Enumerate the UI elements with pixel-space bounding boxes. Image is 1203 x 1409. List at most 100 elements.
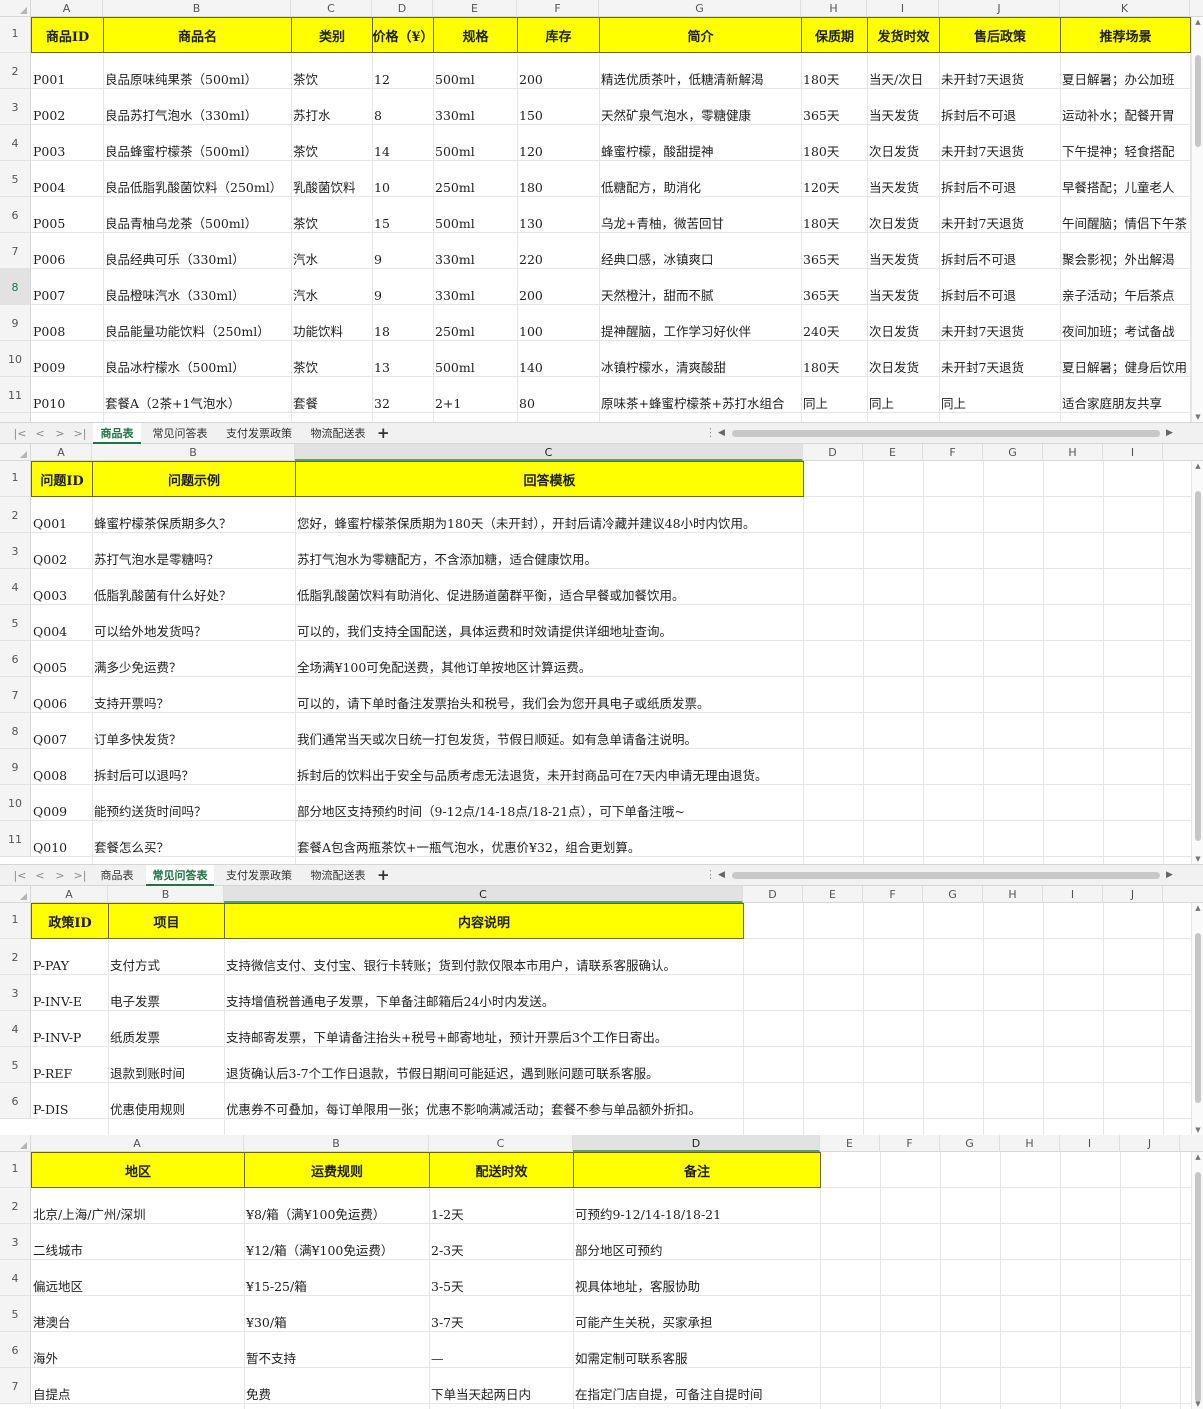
header-cell[interactable]: 商品名 [103, 17, 292, 53]
row-header-5[interactable]: 5 [0, 1047, 31, 1083]
column-header-d[interactable]: D [372, 0, 433, 17]
table-cell[interactable]: 乌龙+青柚，微苦回甘 [599, 217, 801, 232]
table-cell[interactable]: 未开封7天退货 [939, 73, 1060, 88]
scroll-right-icon[interactable]: ▶ [1166, 865, 1173, 886]
column-header-j[interactable]: J [939, 0, 1060, 17]
table-cell[interactable]: P005 [31, 217, 103, 232]
prev-sheet-icon[interactable]: < [30, 423, 50, 444]
table-cell[interactable]: 未开封7天退货 [939, 217, 1060, 232]
table-cell[interactable]: 10 [372, 181, 433, 196]
column-header-g[interactable]: G [940, 1135, 1000, 1152]
scroll-up-icon[interactable]: ▲ [1192, 461, 1203, 471]
row-header-3[interactable]: 3 [0, 533, 31, 569]
table-cell[interactable]: 330ml [433, 109, 517, 124]
table-cell[interactable]: 下午提神；轻食搭配 [1060, 145, 1190, 160]
table-cell[interactable]: 同上 [801, 397, 867, 412]
table-cell[interactable]: 拆封后不可退 [939, 289, 1060, 304]
table-cell[interactable]: Q003 [31, 589, 92, 604]
table-cell[interactable]: 夜间加班；考试备战 [1060, 325, 1190, 340]
table-cell[interactable]: 在指定门店自提，可备注自提时间 [573, 1388, 820, 1403]
table-cell[interactable]: 良品低脂乳酸菌饮料（250ml） [103, 181, 291, 196]
table-cell[interactable]: 提神醒脑，工作学习好伙伴 [599, 325, 801, 340]
column-header-g[interactable]: G [923, 886, 983, 903]
table-cell[interactable]: 500ml [433, 217, 517, 232]
scroll-up-icon[interactable]: ▲ [1192, 1152, 1203, 1162]
table-cell[interactable]: 2-3天 [429, 1244, 573, 1259]
row-header-11[interactable]: 11 [0, 377, 31, 413]
table-cell[interactable]: 120天 [801, 181, 867, 196]
column-header-g[interactable]: G [599, 0, 801, 17]
table-cell[interactable]: 天然矿泉气泡水，零糖健康 [599, 109, 801, 124]
column-header-b[interactable]: B [103, 0, 291, 17]
column-header-h[interactable]: H [1000, 1135, 1060, 1152]
table-cell[interactable]: 同上 [939, 397, 1060, 412]
column-header-a[interactable]: A [31, 886, 108, 903]
row-header-4[interactable]: 4 [0, 1260, 31, 1296]
table-cell[interactable]: 150 [517, 109, 599, 124]
table-cell[interactable]: 原味茶+蜂蜜柠檬茶+苏打水组合 [599, 397, 801, 412]
table-cell[interactable]: 80 [517, 397, 599, 412]
table-cell[interactable]: 365天 [801, 109, 867, 124]
table-cell[interactable]: 低糖配方，助消化 [599, 181, 801, 196]
table-cell[interactable]: 良品青柚乌龙茶（500ml） [103, 217, 291, 232]
scroll-thumb[interactable] [1195, 491, 1201, 841]
column-header-f[interactable]: F [517, 0, 599, 17]
table-cell[interactable]: Q002 [31, 553, 92, 568]
table-cell[interactable]: 14 [372, 145, 433, 160]
column-header-f[interactable]: F [923, 444, 983, 461]
table-cell[interactable]: 140 [517, 361, 599, 376]
table-cell[interactable]: 拆封后不可退 [939, 181, 1060, 196]
column-header-h[interactable]: H [1043, 444, 1103, 461]
table-cell[interactable]: 经典口感，冰镇爽口 [599, 253, 801, 268]
table-cell[interactable]: 当天发货 [867, 253, 939, 268]
header-cell[interactable]: 价格（¥） [372, 17, 434, 53]
table-cell[interactable]: 12 [372, 73, 433, 88]
vertical-scrollbar[interactable]: ▲ ▼ [1191, 17, 1203, 422]
select-all-corner[interactable] [0, 0, 31, 17]
row-header-7[interactable]: 7 [0, 677, 31, 713]
header-cell[interactable]: 配送时效 [429, 1152, 574, 1188]
table-cell[interactable]: 13 [372, 361, 433, 376]
table-cell[interactable]: 二线城市 [31, 1244, 244, 1259]
table-cell[interactable]: 未开封7天退货 [939, 325, 1060, 340]
table-cell[interactable]: 可以的，请下单时备注发票抬头和税号，我们会为您开具电子或纸质发票。 [295, 697, 803, 712]
column-header-b[interactable]: B [244, 1135, 429, 1152]
scroll-up-icon[interactable]: ▲ [1192, 17, 1203, 27]
table-cell[interactable]: 500ml [433, 73, 517, 88]
column-header-b[interactable]: B [108, 886, 224, 903]
table-cell[interactable]: 180天 [801, 145, 867, 160]
table-cell[interactable]: 220 [517, 253, 599, 268]
scroll-down-icon[interactable]: ▼ [1192, 412, 1203, 422]
vertical-scrollbar[interactable]: ▲ ▼ [1191, 903, 1203, 1135]
table-cell[interactable]: 当天发货 [867, 289, 939, 304]
row-header-6[interactable]: 6 [0, 641, 31, 677]
vertical-scrollbar[interactable]: ▲ ▼ [1191, 461, 1203, 864]
table-cell[interactable]: 亲子活动；午后茶点 [1060, 289, 1190, 304]
row-header-1[interactable]: 1 [0, 17, 31, 53]
table-cell[interactable]: 午间醒脑；情侣下午茶 [1060, 217, 1190, 232]
table-cell[interactable]: 夏日解暑；办公加班 [1060, 73, 1190, 88]
table-cell[interactable]: 下单当天起两日内 [429, 1388, 573, 1403]
table-cell[interactable]: 港澳台 [31, 1316, 244, 1331]
column-header-e[interactable]: E [803, 886, 863, 903]
column-header-i[interactable]: I [1043, 886, 1103, 903]
table-cell[interactable]: 3-5天 [429, 1280, 573, 1295]
header-cell[interactable]: 类别 [291, 17, 373, 53]
sheet-tab-4[interactable]: 物流配送表 [302, 423, 374, 444]
table-cell[interactable]: 良品蜂蜜柠檬茶（500ml） [103, 145, 291, 160]
table-cell[interactable]: 蜂蜜柠檬，酸甜提神 [599, 145, 801, 160]
tab-split-handle-icon[interactable]: ⋮ [705, 865, 716, 886]
table-cell[interactable]: 乳酸菌饮料 [291, 181, 372, 196]
horizontal-scroll-thumb[interactable] [732, 872, 1160, 879]
table-cell[interactable]: 未开封7天退货 [939, 145, 1060, 160]
header-cell[interactable]: 商品ID [31, 17, 104, 53]
table-cell[interactable]: 330ml [433, 289, 517, 304]
table-cell[interactable]: 自提点 [31, 1388, 244, 1403]
row-header-6[interactable]: 6 [0, 197, 31, 233]
header-cell[interactable]: 简介 [599, 17, 802, 53]
table-cell[interactable]: 茶饮 [291, 145, 372, 160]
horizontal-scroll-thumb[interactable] [732, 430, 1160, 437]
table-cell[interactable]: Q010 [31, 841, 92, 856]
table-cell[interactable]: 120 [517, 145, 599, 160]
table-cell[interactable]: 可能产生关税，买家承担 [573, 1316, 820, 1331]
